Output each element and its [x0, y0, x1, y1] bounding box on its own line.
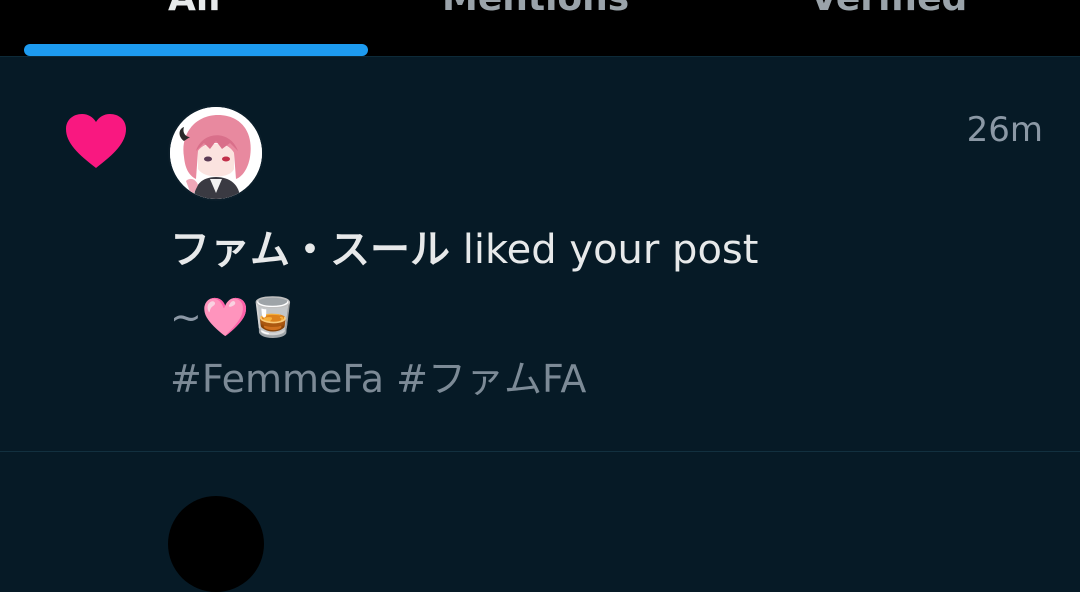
heart-icon [66, 114, 126, 168]
next-notification-item[interactable] [0, 452, 1080, 503]
timestamp: 26m [966, 110, 1043, 150]
post-text[interactable]: ~🩷🥃 [170, 290, 296, 344]
tab-all[interactable]: All [168, 0, 221, 19]
avatar[interactable] [168, 496, 264, 592]
action-text: liked your post [450, 227, 759, 273]
user-name[interactable]: ファム・スール [170, 227, 450, 273]
avatar-illustration [170, 107, 262, 199]
avatar[interactable] [168, 105, 264, 201]
post-hashtags[interactable]: #FemmeFa #ファムFA [170, 352, 586, 406]
tab-mentions[interactable]: Mentions [442, 0, 629, 19]
tab-verified[interactable]: Verified [810, 0, 967, 19]
notification-tabs: All Mentions Verified [0, 0, 1080, 56]
active-tab-indicator [24, 44, 368, 56]
notification-headline: ファム・スール liked your post [170, 224, 758, 276]
